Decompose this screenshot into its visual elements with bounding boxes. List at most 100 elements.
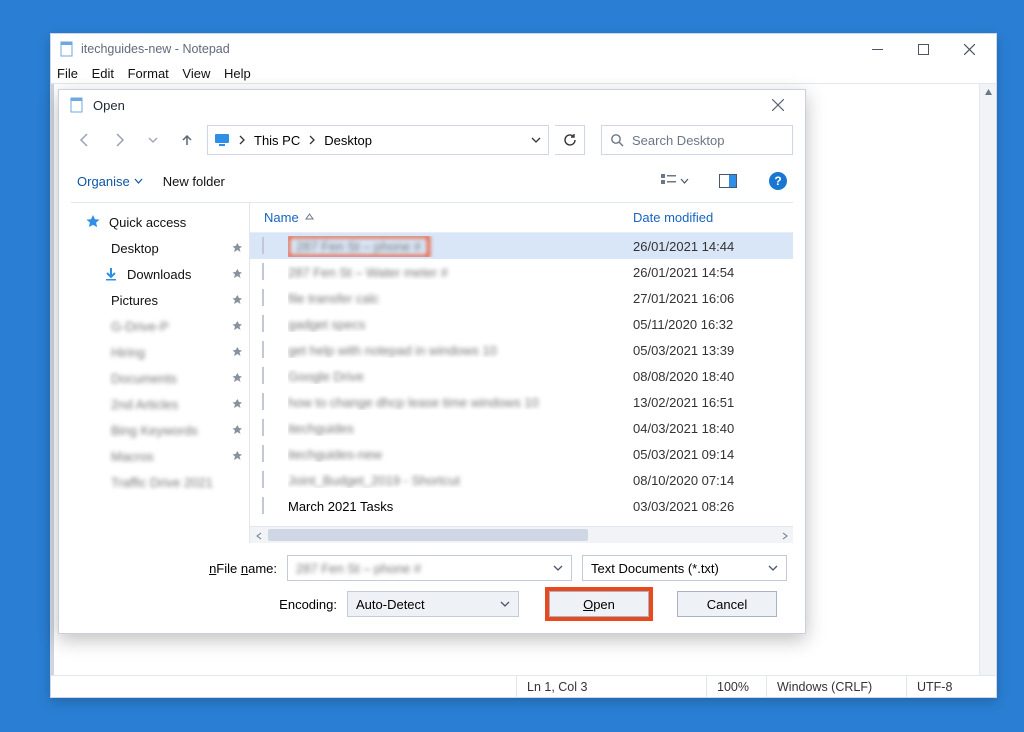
quick-access[interactable]: Quick access [71,209,249,235]
sidebar-item[interactable]: Bing Keywords [71,417,249,443]
sidebar-item-label: Hiring [111,345,145,360]
menu-edit[interactable]: Edit [92,66,114,81]
view-options-button[interactable] [660,173,689,189]
file-name: get help with notepad in windows 10 [288,343,633,358]
pin-icon [232,399,243,410]
sidebar-item[interactable]: Traffic Drive 2021 [71,469,249,495]
column-date[interactable]: Date modified [633,210,793,225]
sidebar-item-label: Macros [111,449,154,464]
preview-pane-button[interactable] [719,174,737,188]
pin-icon [232,243,243,254]
file-icon [262,394,278,410]
open-dialog-icon [69,97,85,113]
new-folder-button[interactable]: New folder [163,174,225,189]
chevron-down-icon[interactable] [500,599,510,609]
sidebar-item[interactable]: Hiring [71,339,249,365]
menu-file[interactable]: File [57,66,78,81]
menu-help[interactable]: Help [224,66,251,81]
help-button[interactable]: ? [769,172,787,190]
sidebar-item[interactable]: G-Drive-P [71,313,249,339]
file-name-combo[interactable]: 287 Fen St – phone # [287,555,572,581]
file-name: itechguides-new [288,447,633,462]
sidebar-item-label: Desktop [111,241,159,256]
file-row[interactable]: March 2021 Tasks03/03/2021 08:26 [250,493,793,519]
chevron-down-icon[interactable] [553,563,563,573]
scroll-up-icon[interactable] [980,84,996,101]
organise-button[interactable]: Organise [77,174,143,189]
sidebar-item[interactable]: 2nd Articles [71,391,249,417]
file-row[interactable]: file transfer calc27/01/2021 16:06 [250,285,793,311]
sidebar-item[interactable]: Pictures [71,287,249,313]
sidebar-item-label: Documents [111,371,177,386]
refresh-button[interactable] [555,125,585,155]
file-row[interactable]: get help with notepad in windows 1005/03… [250,337,793,363]
scroll-left-icon[interactable] [250,527,267,544]
file-date: 03/03/2021 08:26 [633,499,793,514]
file-name: 287 Fen St – phone # [288,236,633,257]
file-name: itechguides [288,421,633,436]
search-icon [610,133,624,147]
nav-recent-button[interactable] [139,126,167,154]
close-button[interactable] [946,34,992,64]
file-row[interactable]: 287 Fen St – Water meter #26/01/2021 14:… [250,259,793,285]
file-list: Name Date modified 287 Fen St – phone #2… [249,203,793,543]
down-icon [103,266,119,282]
maximize-button[interactable] [900,34,946,64]
file-row[interactable]: how to change dhcp lease time windows 10… [250,389,793,415]
encoding-combo[interactable]: Auto-Detect [347,591,519,617]
sidebar-item[interactable]: Macros [71,443,249,469]
menu-view[interactable]: View [182,66,210,81]
file-icon [262,498,278,514]
breadcrumb-this-pc[interactable]: This PC [254,133,300,148]
file-type-combo[interactable]: Text Documents (*.txt) [582,555,787,581]
file-icon [262,238,278,254]
breadcrumb-chevron[interactable] [306,134,318,146]
file-row[interactable]: itechguides04/03/2021 18:40 [250,415,793,441]
file-icon [262,264,278,280]
file-date: 27/01/2021 16:06 [633,291,793,306]
address-dropdown-icon[interactable] [530,134,542,146]
column-name[interactable]: Name [250,210,633,225]
breadcrumb-desktop[interactable]: Desktop [324,133,372,148]
pin-icon [232,451,243,462]
sidebar-item[interactable]: Desktop [71,235,249,261]
notepad-menubar: File Edit Format View Help [51,64,996,83]
file-date: 05/11/2020 16:32 [633,317,793,332]
file-name: how to change dhcp lease time windows 10 [288,395,633,410]
address-bar[interactable]: This PC Desktop [207,125,549,155]
breadcrumb-chevron[interactable] [236,134,248,146]
notepad-statusbar: Ln 1, Col 3 100% Windows (CRLF) UTF-8 [51,675,996,697]
sidebar-item[interactable]: Documents [71,365,249,391]
file-icon [262,290,278,306]
file-date: 05/03/2021 09:14 [633,447,793,462]
dialog-bottom: nFile name: 287 Fen St – phone # Text Do… [59,543,805,633]
open-close-button[interactable] [757,92,799,118]
search-box[interactable]: Search Desktop [601,125,793,155]
chevron-down-icon[interactable] [768,563,778,573]
file-row[interactable]: Joint_Budget_2019 - Shortcut08/10/2020 0… [250,467,793,493]
menu-format[interactable]: Format [128,66,169,81]
open-button[interactable]: Open [549,591,649,617]
horizontal-scrollbar[interactable] [250,526,793,543]
monitor-icon [214,132,230,148]
nav-up-button[interactable] [173,126,201,154]
file-row[interactable]: itechguides-new05/03/2021 09:14 [250,441,793,467]
navigation-pane: Quick access Desktop DownloadsPicturesG-D… [71,203,249,543]
cancel-button[interactable]: Cancel [677,591,777,617]
vertical-scrollbar[interactable] [979,84,996,675]
file-row[interactable]: 287 Fen St – phone #26/01/2021 14:44 [250,233,793,259]
file-date: 08/10/2020 07:14 [633,473,793,488]
sidebar-item[interactable]: Downloads [71,261,249,287]
file-row[interactable]: Google Drive08/08/2020 18:40 [250,363,793,389]
pin-icon [232,347,243,358]
nav-back-button[interactable] [71,126,99,154]
nav-forward-button[interactable] [105,126,133,154]
file-icon [262,342,278,358]
scrollbar-thumb[interactable] [268,529,588,541]
file-date: 04/03/2021 18:40 [633,421,793,436]
file-row[interactable]: gadget specs05/11/2020 16:32 [250,311,793,337]
encoding-label: Encoding: [77,597,337,612]
status-zoom: 100% [706,676,766,697]
scroll-right-icon[interactable] [776,527,793,544]
minimize-button[interactable] [854,34,900,64]
